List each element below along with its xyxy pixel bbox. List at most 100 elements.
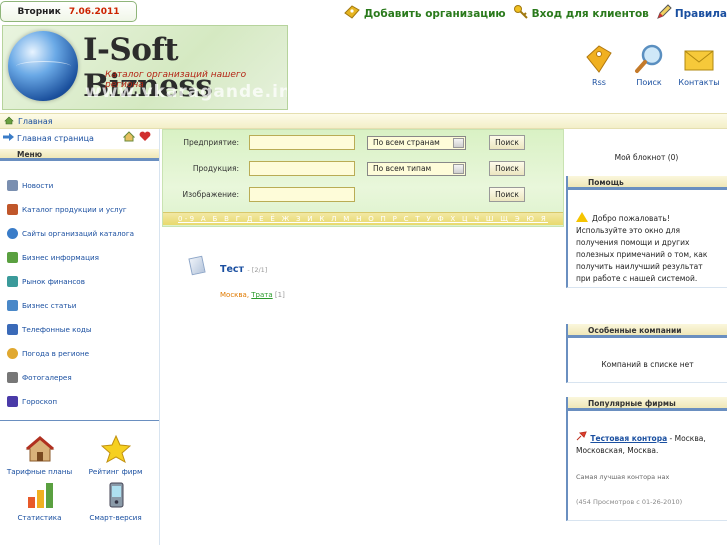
smartphone-icon bbox=[102, 481, 130, 511]
tariff-plans-label: Тарифные планы bbox=[6, 467, 73, 476]
sidebar-menu: Новости Каталог продукции и услуг Сайты … bbox=[0, 161, 159, 413]
rules-link[interactable]: Правила bbox=[656, 4, 727, 23]
breadcrumb-home-link[interactable]: Главная bbox=[18, 117, 53, 126]
image-search-input[interactable] bbox=[249, 187, 355, 202]
brand-domain: www.vkaragande.info bbox=[85, 82, 287, 102]
sidebar-item-label: Погода в регионе bbox=[22, 348, 90, 358]
sidebar-item-catalog[interactable]: Каталог продукции и услуг bbox=[0, 197, 159, 221]
sidebar-item-label: Новости bbox=[22, 180, 54, 190]
tariff-plans-link[interactable]: Тарифные планы bbox=[2, 435, 77, 476]
company-search-input[interactable] bbox=[249, 135, 355, 150]
house-icon[interactable] bbox=[122, 131, 136, 144]
header-icons: Rss Поиск Контакты bbox=[581, 43, 720, 87]
product-search-input[interactable] bbox=[249, 161, 355, 176]
home-small-icon bbox=[4, 116, 14, 127]
type-select[interactable]: По всем типам bbox=[367, 162, 466, 176]
sidebar-item-label: Фотогалерея bbox=[22, 372, 72, 382]
rss-link[interactable]: Rss bbox=[581, 43, 617, 87]
company-search-button[interactable]: Поиск bbox=[489, 135, 525, 150]
company-search-label: Предприятие: bbox=[183, 138, 239, 147]
chevron-down-icon bbox=[453, 138, 464, 148]
help-box: Добро пожаловать! Используйте это окно д… bbox=[566, 190, 727, 288]
articles-icon bbox=[7, 299, 18, 311]
my-notebook-link[interactable]: Мой блокнот (0) bbox=[566, 129, 727, 176]
statistics-link[interactable]: Статистика bbox=[2, 481, 77, 522]
day-label: Вторник bbox=[17, 6, 61, 17]
statistics-label: Статистика bbox=[17, 513, 62, 522]
sidebar-item-label: Бизнес информация bbox=[22, 252, 99, 262]
house-icon bbox=[24, 435, 56, 465]
sidebar-item-horoscope[interactable]: Гороскоп bbox=[0, 389, 159, 413]
sidebar-item-business-info[interactable]: Бизнес информация bbox=[0, 245, 159, 269]
result-title-link[interactable]: Тест bbox=[220, 264, 244, 275]
sidebar-bottom-links: Тарифные планы Рейтинг фирм Статистика С… bbox=[0, 420, 159, 545]
sidebar-item-weather[interactable]: Погода в регионе bbox=[0, 341, 159, 365]
add-organization-link[interactable]: Добавить организацию bbox=[343, 4, 506, 23]
catalog-icon bbox=[7, 203, 18, 215]
favorite-heart-icon[interactable] bbox=[139, 131, 151, 144]
sidebar-item-phone-codes[interactable]: Телефонные коды bbox=[0, 317, 159, 341]
country-select-value: По всем странам bbox=[373, 138, 440, 147]
document-icon bbox=[188, 255, 206, 276]
sidebar-item-articles[interactable]: Бизнес статьи bbox=[0, 293, 159, 317]
type-select-value: По всем типам bbox=[373, 164, 432, 173]
date-display: Вторник 7.06.2011 bbox=[0, 1, 137, 22]
image-search-button[interactable]: Поиск bbox=[489, 187, 525, 202]
pushpin-icon bbox=[576, 431, 590, 443]
popular-firms-box: Тестовая контора - Москва, Московская, М… bbox=[566, 411, 727, 521]
image-search-row: Изображение: Поиск bbox=[163, 187, 563, 203]
sidebar-item-label: Сайты организаций каталога bbox=[22, 228, 135, 238]
firm-rating-label: Рейтинг фирм bbox=[88, 467, 143, 476]
key-tag-icon bbox=[343, 4, 361, 23]
globe-icon bbox=[7, 227, 18, 239]
sidebar-item-label: Бизнес статьи bbox=[22, 300, 77, 310]
client-login-link[interactable]: Вход для клиентов bbox=[513, 4, 649, 23]
popular-firm-description: Самая лучшая контора нах bbox=[576, 473, 670, 481]
home-page-link[interactable]: Главная страница bbox=[17, 134, 94, 143]
chevron-down-icon bbox=[453, 164, 464, 174]
popular-firms-title: Популярные фирмы bbox=[566, 397, 727, 411]
sidebar-item-news[interactable]: Новости bbox=[0, 173, 159, 197]
sidebar-item-sites[interactable]: Сайты организаций каталога bbox=[0, 221, 159, 245]
rss-tag-icon bbox=[583, 43, 615, 75]
home-page-row: Главная страница bbox=[0, 129, 159, 147]
firm-rating-link[interactable]: Рейтинг фирм bbox=[78, 434, 153, 476]
contacts-link[interactable]: Контакты bbox=[678, 43, 720, 87]
smart-version-link[interactable]: Смарт-версия bbox=[78, 481, 153, 522]
popular-firm-views: (454 Просмотров с 01-26-2010) bbox=[576, 498, 683, 506]
date-label: 7.06.2011 bbox=[68, 6, 120, 17]
alphabet-filter[interactable]: 0-9 А Б В Г Д Е Ё Ж З И К Л М Н О П Р С … bbox=[163, 212, 563, 225]
sidebar-item-finance[interactable]: Рынок финансов bbox=[0, 269, 159, 293]
pencil-icon bbox=[656, 4, 672, 23]
popular-firm-link[interactable]: Тестовая контора bbox=[590, 434, 667, 443]
site-logo[interactable]: I-Soft Bizness Каталог организаций нашег… bbox=[2, 25, 288, 110]
company-search-row: Предприятие: По всем странам Поиск bbox=[163, 135, 563, 151]
rss-label: Rss bbox=[592, 78, 606, 87]
contacts-label: Контакты bbox=[678, 78, 720, 87]
result-category-link[interactable]: Трата bbox=[251, 291, 272, 299]
client-login-label: Вход для клиентов bbox=[531, 7, 649, 20]
sidebar-item-label: Гороскоп bbox=[22, 396, 58, 406]
magnifier-icon bbox=[633, 43, 665, 75]
menu-title: Меню bbox=[0, 149, 159, 161]
search-link[interactable]: Поиск bbox=[631, 43, 667, 87]
globe-icon bbox=[8, 31, 78, 101]
finance-icon bbox=[7, 275, 18, 287]
popular-firm-row: Тестовая контора - Москва, Московская, М… bbox=[576, 431, 719, 457]
sidebar-item-photo-gallery[interactable]: Фотогалерея bbox=[0, 365, 159, 389]
country-select[interactable]: По всем странам bbox=[367, 136, 466, 150]
main-content: Предприятие: По всем странам Поиск Проду… bbox=[162, 129, 564, 545]
weather-icon bbox=[7, 347, 18, 359]
result-category-count: [1] bbox=[274, 291, 285, 299]
envelope-icon bbox=[683, 43, 715, 75]
help-text: Добро пожаловать! Используйте это окно д… bbox=[576, 214, 708, 283]
top-links: Добавить организацию Вход для клиентов П… bbox=[343, 4, 727, 23]
arrow-right-icon bbox=[3, 133, 14, 143]
right-sidebar: Мой блокнот (0) Помощь Добро пожаловать!… bbox=[566, 129, 727, 545]
product-search-button[interactable]: Поиск bbox=[489, 161, 525, 176]
search-label: Поиск bbox=[636, 78, 662, 87]
bar-chart-icon bbox=[24, 481, 56, 511]
camera-icon bbox=[7, 371, 18, 383]
